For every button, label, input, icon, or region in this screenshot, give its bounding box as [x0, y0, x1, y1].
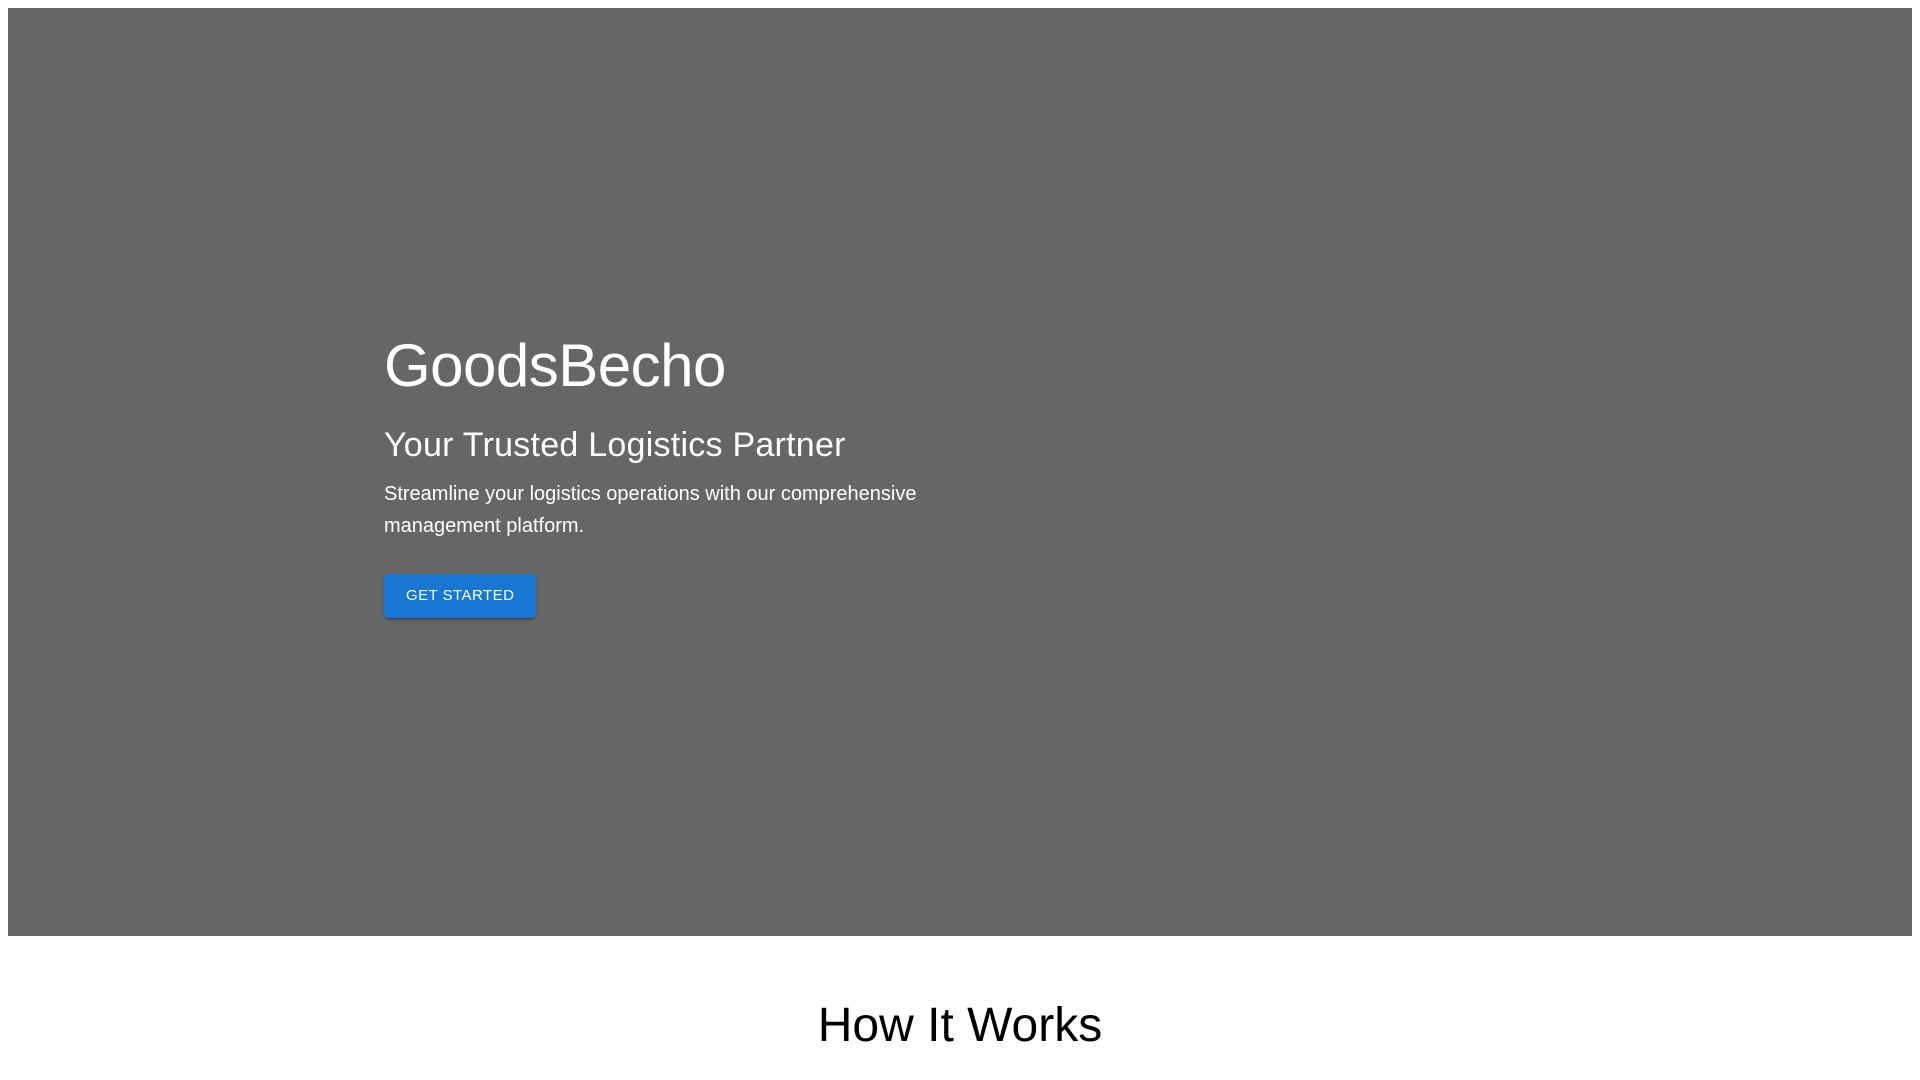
hero-description: Streamline your logistics operations wit… [384, 483, 917, 537]
get-started-button[interactable]: GET STARTED [384, 574, 537, 618]
hero-section: GoodsBecho Your Trusted Logistics Partne… [8, 8, 1912, 936]
landing-page: GoodsBecho Your Trusted Logistics Partne… [0, 0, 1920, 1080]
hero-title: GoodsBecho [384, 332, 726, 399]
hero-content: GoodsBecho Your Trusted Logistics Partne… [384, 330, 984, 618]
hero-subtitle: Your Trusted Logistics Partner [384, 426, 846, 464]
how-it-works-title: How It Works [817, 999, 1103, 1052]
